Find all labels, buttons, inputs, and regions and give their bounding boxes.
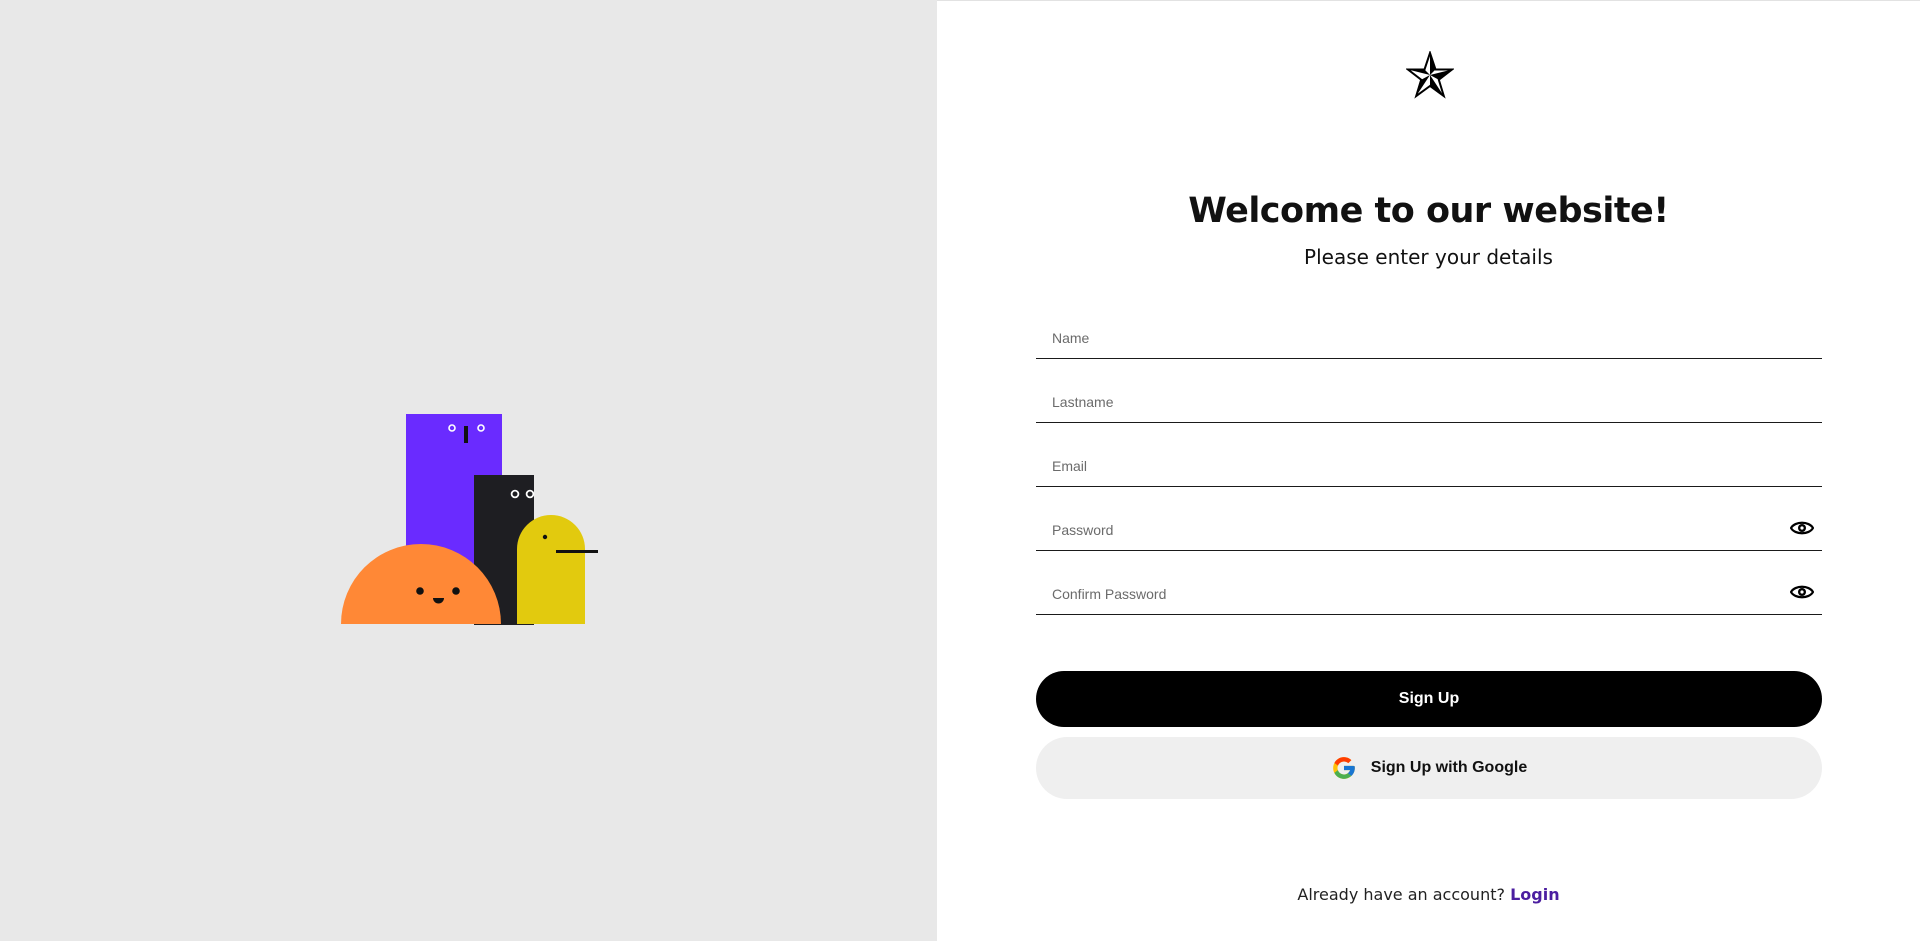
signup-page: Welcome to our website! Please enter you… <box>0 0 1920 941</box>
google-signup-button[interactable]: Sign Up with Google <box>1036 737 1822 799</box>
login-link[interactable]: Login <box>1510 885 1560 904</box>
password-field <box>1036 495 1822 551</box>
name-field <box>1036 303 1822 359</box>
email-field <box>1036 431 1822 487</box>
google-icon <box>1332 757 1355 779</box>
google-signup-label: Sign Up with Google <box>1370 759 1528 776</box>
eye-icon[interactable] <box>1790 519 1814 537</box>
login-prompt-text: Already have an account? <box>1297 885 1505 904</box>
star-icon <box>1406 51 1454 99</box>
confirm-password-field <box>1036 559 1822 615</box>
yellow-character <box>517 515 585 624</box>
page-subtitle: Please enter your details <box>1304 245 1553 269</box>
name-input[interactable] <box>1036 303 1822 358</box>
lastname-field <box>1036 367 1822 423</box>
email-input[interactable] <box>1036 431 1822 486</box>
password-input[interactable] <box>1036 495 1822 550</box>
eye-icon[interactable] <box>1790 583 1814 601</box>
login-prompt: Already have an account? Login <box>937 885 1920 904</box>
lastname-input[interactable] <box>1036 367 1822 422</box>
characters-illustration <box>341 414 598 625</box>
signup-panel: Welcome to our website! Please enter you… <box>937 0 1920 941</box>
signup-button[interactable]: Sign Up <box>1036 671 1822 727</box>
illustration-panel <box>0 0 937 941</box>
confirm-password-input[interactable] <box>1036 559 1822 614</box>
page-title: Welcome to our website! <box>1188 191 1669 231</box>
